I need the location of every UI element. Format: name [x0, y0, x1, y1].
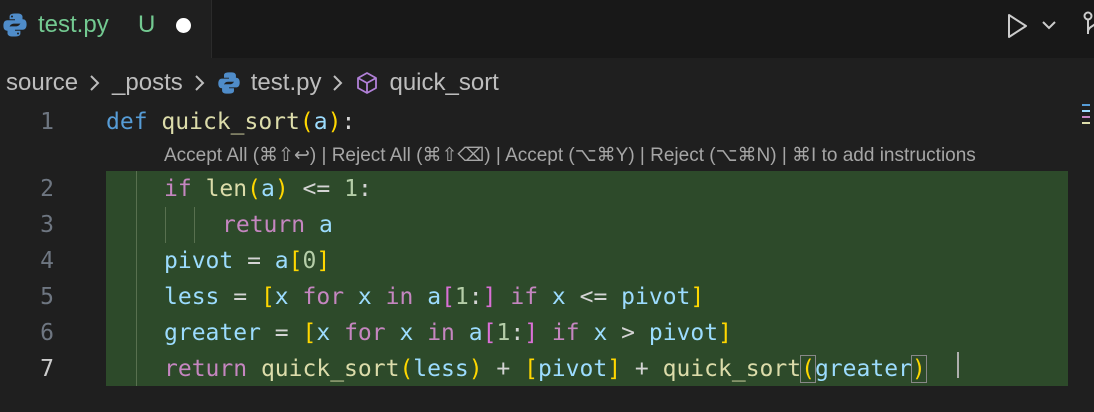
- line-number: 5: [40, 284, 54, 310]
- breadcrumb-item-posts[interactable]: _posts: [112, 69, 183, 97]
- code-line-4[interactable]: 4 pivot = a[0]: [0, 243, 1094, 279]
- method-cube-icon: [357, 72, 378, 94]
- breadcrumb: source _posts test.py quick_sort: [6, 66, 499, 100]
- breadcrumb-item-symbol[interactable]: quick_sort: [389, 69, 498, 97]
- code-text: return a: [222, 212, 333, 238]
- tab-bar: test.py U: [0, 0, 1094, 58]
- unsaved-dot-icon[interactable]: [176, 18, 191, 33]
- tab-filename: test.py: [38, 11, 109, 38]
- code-line-7[interactable]: 7 return quick_sort(less) + [pivot] + qu…: [0, 351, 1094, 387]
- line-number: 2: [40, 176, 54, 202]
- code-text: return quick_sort(less) + [pivot] + quic…: [164, 355, 927, 383]
- code-text: greater = [x for x in a[1:] if x > pivot…: [164, 320, 732, 346]
- text-cursor: [957, 352, 959, 378]
- git-branch-icon[interactable]: [1080, 10, 1094, 40]
- line-number: 4: [40, 248, 54, 274]
- code-text: less = [x for x in a[1:] if x <= pivot]: [164, 284, 705, 310]
- breadcrumb-item-source[interactable]: source: [6, 69, 78, 97]
- editor-tab-test-py[interactable]: test.py U: [0, 0, 212, 58]
- code-line-5[interactable]: 5 less = [x for x in a[1:] if x <= pivot…: [0, 279, 1094, 315]
- python-icon: [3, 13, 27, 37]
- chevron-right-icon: [333, 75, 343, 91]
- line-number: 6: [40, 320, 54, 346]
- chevron-right-icon: [195, 75, 205, 91]
- code-text: if len(a) <= 1:: [164, 176, 372, 202]
- minimap[interactable]: [1082, 110, 1090, 112]
- minimap[interactable]: [1082, 116, 1090, 118]
- play-icon[interactable]: [1004, 12, 1030, 40]
- code-text: pivot = a[0]: [164, 248, 331, 274]
- python-icon: [218, 72, 240, 94]
- inline-diff-actions[interactable]: Accept All (⌘⇧↩) | Reject All (⌘⇧⌫) | Ac…: [164, 144, 976, 167]
- minimap[interactable]: [1082, 122, 1090, 124]
- untracked-badge: U: [138, 11, 156, 38]
- line-number: 1: [40, 109, 54, 135]
- breadcrumb-item-file[interactable]: test.py: [251, 69, 322, 97]
- code-line-3[interactable]: 3 return a: [0, 207, 1094, 243]
- minimap[interactable]: [1082, 104, 1090, 106]
- chevron-down-icon[interactable]: [1040, 16, 1058, 34]
- code-editor[interactable]: 1 def quick_sort(a): Accept All (⌘⇧↩) | …: [0, 102, 1094, 412]
- line-number: 7: [40, 356, 54, 382]
- chevron-right-icon: [90, 75, 100, 91]
- code-line-6[interactable]: 6 greater = [x for x in a[1:] if x > piv…: [0, 315, 1094, 351]
- line-number: 3: [40, 212, 54, 238]
- code-text: def quick_sort(a):: [106, 109, 356, 135]
- code-line-1[interactable]: 1 def quick_sort(a):: [0, 104, 1094, 140]
- code-line-2[interactable]: 2 if len(a) <= 1:: [0, 171, 1094, 207]
